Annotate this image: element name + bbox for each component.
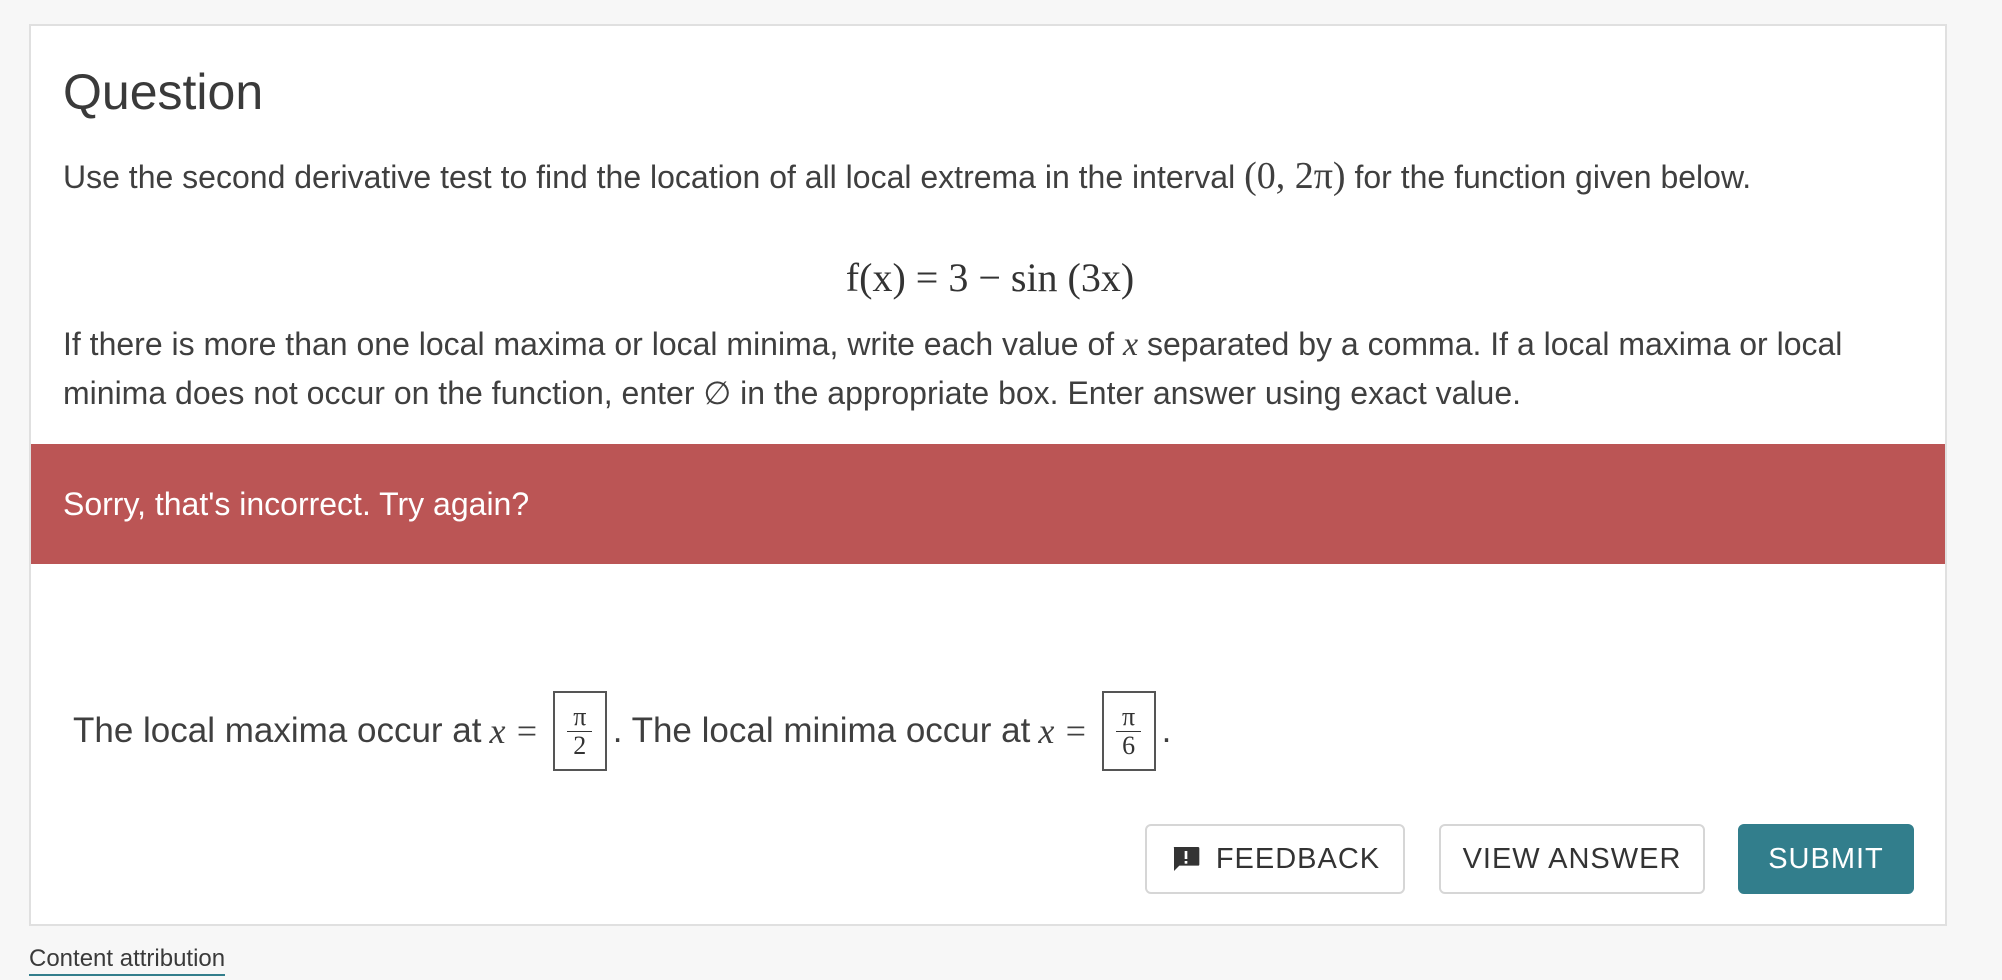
feedback-button[interactable]: FEEDBACK [1145, 824, 1405, 894]
question-card: Question Use the second derivative test … [29, 24, 1947, 926]
comment-alert-icon [1170, 843, 1202, 875]
feedback-message: Sorry, that's incorrect. Try again? [63, 485, 530, 522]
minima-numerator: π [1116, 702, 1142, 732]
question-prompt: Use the second derivative test to find t… [63, 152, 1923, 201]
maxima-var-eq: x = [489, 711, 539, 751]
answer-line: The local maxima occur at x = π 2 . The … [73, 686, 1171, 776]
view-answer-label: VIEW ANSWER [1462, 842, 1682, 875]
question-title: Question [63, 64, 264, 120]
submit-label: SUBMIT [1768, 842, 1884, 875]
prompt-text-before: Use the second derivative test to find t… [63, 159, 1245, 195]
prompt-text-after: for the function given below. [1345, 159, 1752, 195]
maxima-label: The local maxima occur at [73, 711, 482, 750]
submit-button[interactable]: SUBMIT [1738, 824, 1914, 894]
maxima-numerator: π [567, 702, 593, 732]
content-attribution-link[interactable]: Content attribution [29, 945, 226, 977]
view-answer-button[interactable]: VIEW ANSWER [1439, 824, 1705, 894]
answer-end-punct: . [1161, 711, 1172, 750]
maxima-denominator: 2 [573, 730, 587, 760]
interval-math: (0, 2π) [1244, 155, 1346, 197]
minima-var-eq: x = [1038, 711, 1088, 751]
minima-answer-input[interactable]: π 6 [1101, 691, 1156, 771]
function-equation: f(x) = 3 − sin (3x) [845, 255, 1135, 300]
feedback-button-label: FEEDBACK [1215, 842, 1381, 875]
instructions-variable: x [1123, 326, 1139, 363]
maxima-answer-input[interactable]: π 2 [552, 691, 607, 771]
minima-label: . The local minima occur at [612, 711, 1031, 750]
instructions-text-1: If there is more than one local maxima o… [63, 326, 1124, 362]
incorrect-feedback-banner: Sorry, that's incorrect. Try again? [31, 444, 1945, 564]
minima-denominator: 6 [1122, 730, 1136, 760]
question-instructions: If there is more than one local maxima o… [63, 320, 1923, 417]
